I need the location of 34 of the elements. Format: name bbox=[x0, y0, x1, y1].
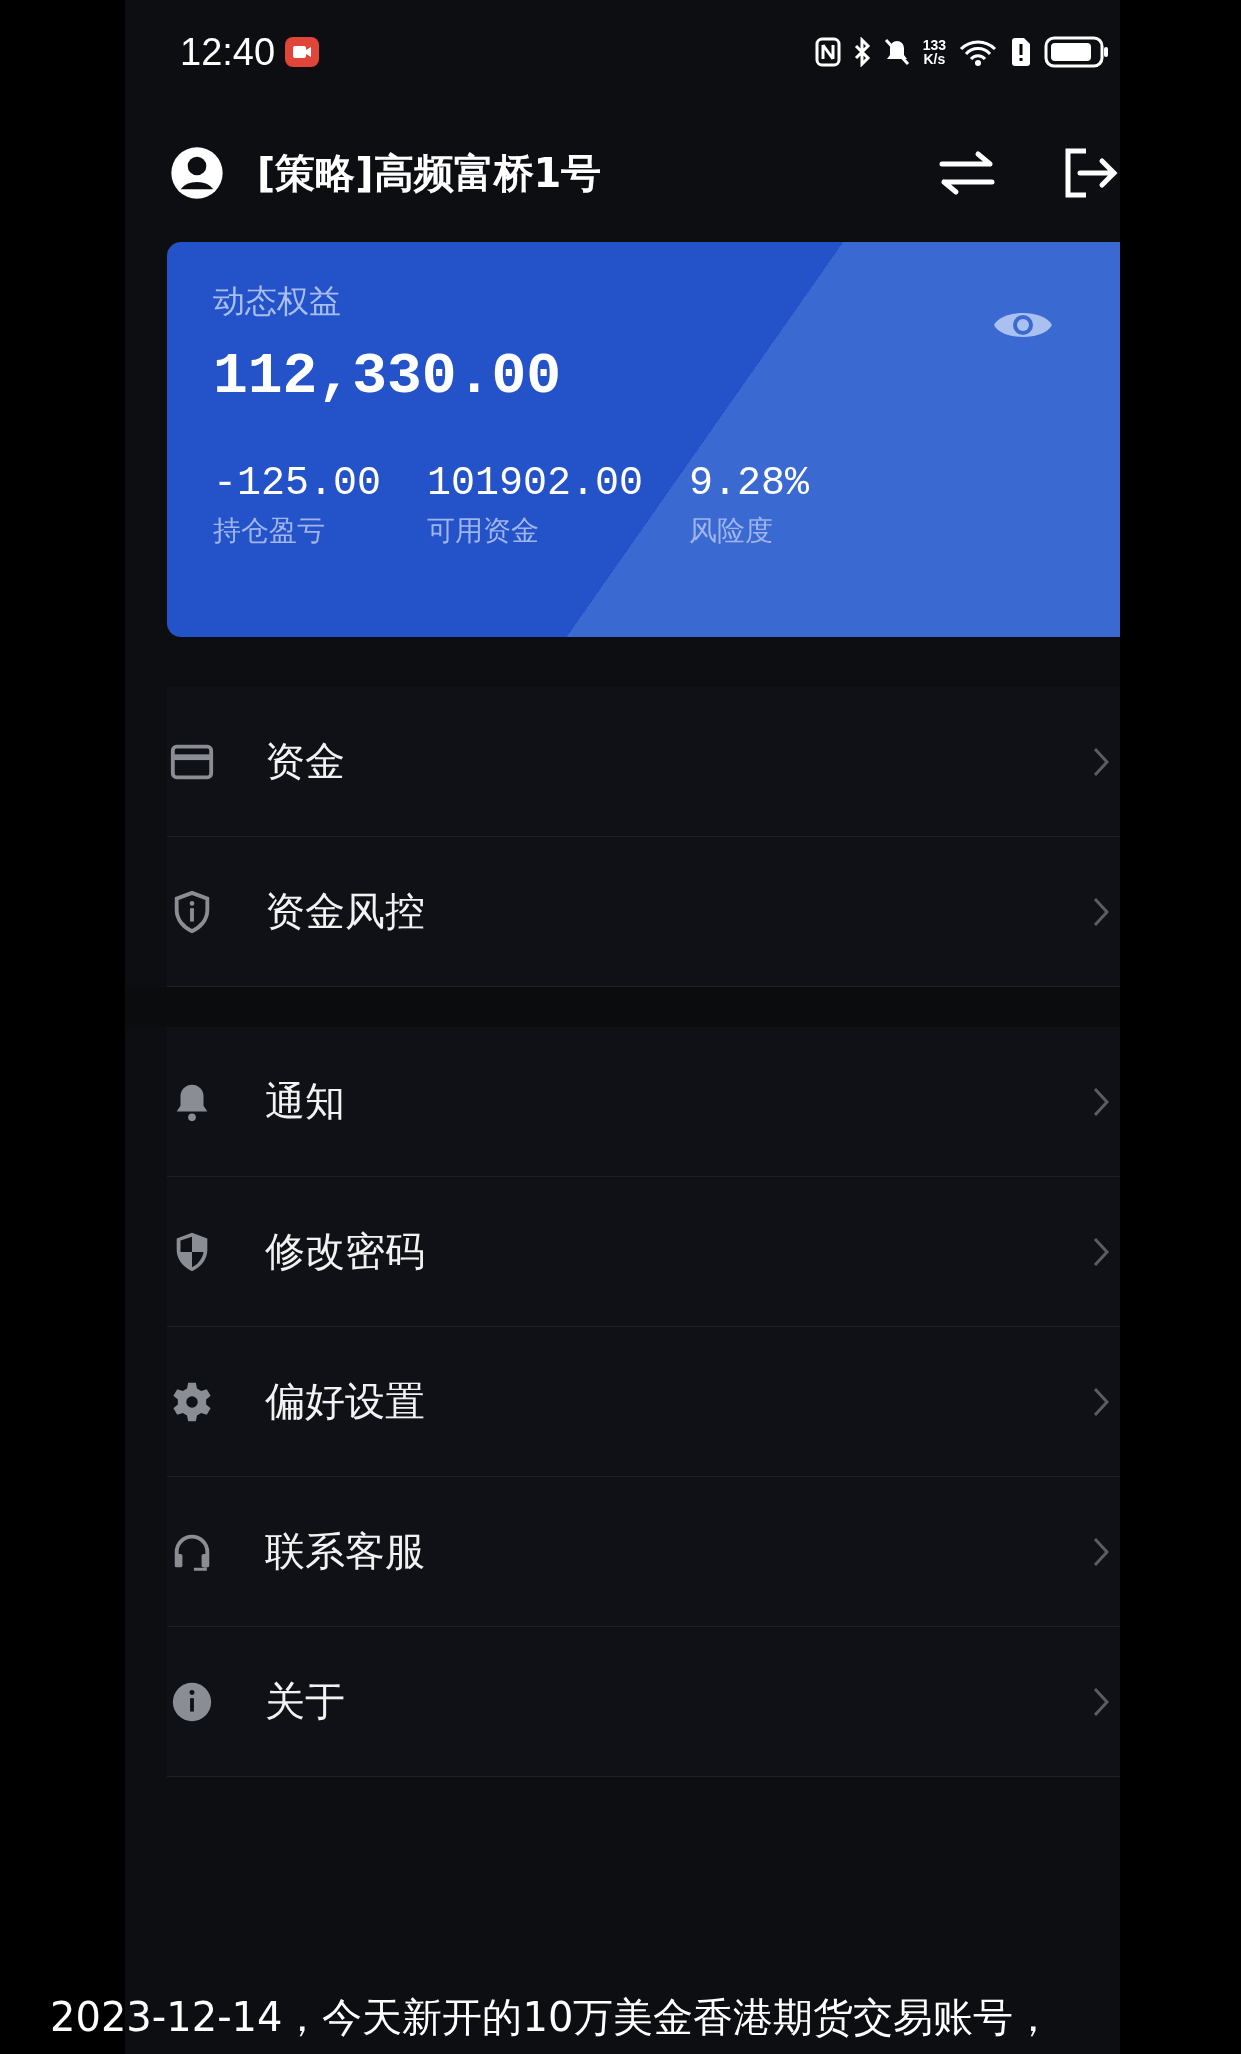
network-speed: 133 K/s bbox=[922, 38, 946, 66]
bluetooth-icon bbox=[852, 37, 871, 67]
menu-item[interactable]: 资金 bbox=[167, 687, 1120, 837]
chevron-icon bbox=[1092, 895, 1110, 928]
switch-account-button[interactable] bbox=[938, 150, 996, 196]
chevron-icon bbox=[1092, 1685, 1110, 1718]
sim-alert-icon bbox=[1010, 37, 1032, 67]
stat-value: 9.28% bbox=[689, 461, 810, 506]
menu-item[interactable]: 联系客服 bbox=[167, 1477, 1120, 1627]
muted-bell-icon bbox=[882, 37, 911, 67]
equity-label: 动态权益 bbox=[213, 281, 341, 322]
avatar-icon[interactable] bbox=[169, 145, 225, 201]
status-time: 12:40 bbox=[180, 30, 276, 74]
equity-value: 112,330.00 bbox=[213, 344, 562, 409]
chevron-icon bbox=[1092, 1235, 1110, 1268]
battery-icon bbox=[1044, 36, 1110, 68]
stat-label: 可用资金 bbox=[427, 513, 540, 549]
menu-item[interactable]: 偏好设置 bbox=[167, 1327, 1120, 1477]
stat-value: 101902.00 bbox=[427, 461, 644, 506]
chevron-icon bbox=[1092, 1535, 1110, 1568]
menu-item[interactable]: 通知 bbox=[167, 1027, 1120, 1177]
nfc-icon bbox=[814, 37, 841, 67]
account-name: [策略]高频富桥1号 bbox=[257, 148, 602, 198]
screen-record-icon bbox=[285, 37, 320, 67]
stat-label: 风险度 bbox=[689, 513, 774, 549]
menu-item[interactable]: 关于 bbox=[167, 1627, 1120, 1777]
chevron-icon bbox=[1092, 1085, 1110, 1118]
video-caption: 2023-12-14，今天新开的10万美金香港期货交易账号， bbox=[50, 1993, 1054, 2042]
chevron-icon bbox=[1092, 1385, 1110, 1418]
stat-value: -125.00 bbox=[213, 461, 382, 506]
stat-label: 持仓盈亏 bbox=[213, 513, 325, 549]
menu-item[interactable]: 修改密码 bbox=[167, 1177, 1120, 1327]
chevron-icon bbox=[1092, 745, 1110, 778]
wifi-icon bbox=[958, 37, 998, 67]
